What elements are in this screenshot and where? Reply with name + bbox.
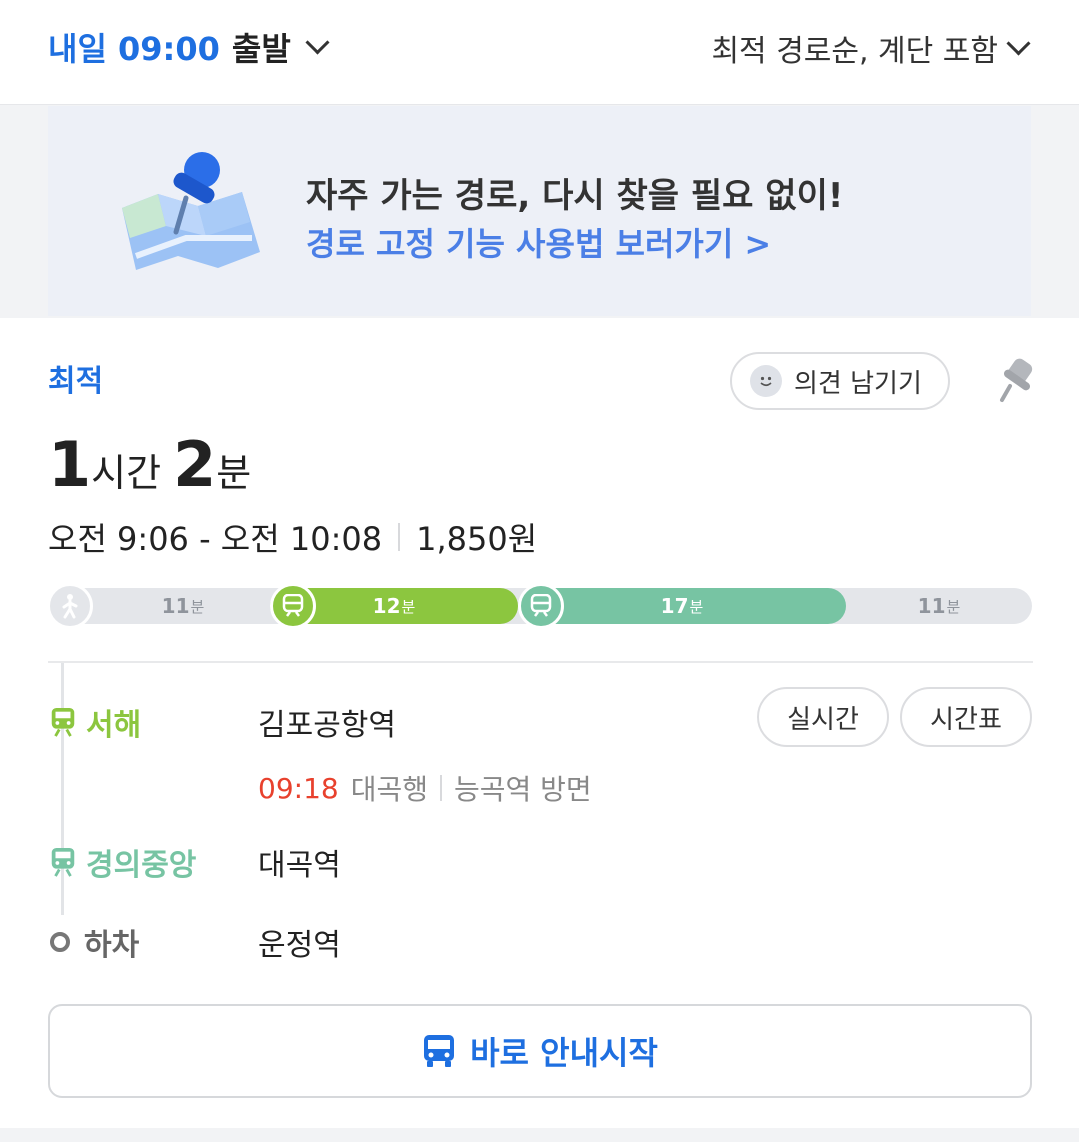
divider [48,661,1033,663]
circle-icon [50,932,70,952]
map-pin-icon [122,152,260,270]
departure-action: 출발 [231,30,291,68]
train-icon [518,583,564,629]
pin-route-banner[interactable]: 자주 가는 경로, 다시 찾을 필요 없이! 경로 고정 기능 사용법 보러가기… [48,106,1031,316]
banner-title: 자주 가는 경로, 다시 찾을 필요 없이! [306,176,844,216]
duration-minutes: 2 [173,428,217,501]
duration-hours: 1 [48,428,92,501]
header: 내일 09:00 출발 최적 경로순, 계단 포함 [0,0,1079,105]
train-icon [51,847,75,877]
departure-when: 내일 09:00 [48,30,220,68]
time-range: 오전 9:06 - 오전 10:08 [48,520,383,558]
line-name: 하차 [84,928,140,963]
route-segment-bar: 11 분 12 분 17 분 11 분 [47,583,1032,629]
station-name: 운정역 [258,928,341,963]
line-name: 경의중앙 [86,848,197,883]
segment-unit: 분 [401,597,416,616]
sort-option-label: 최적 경로순, 계단 포함 [711,34,998,69]
segment-minutes: 17 [660,594,689,618]
train-direction: 능곡역 방면 [453,773,592,806]
sort-option-selector[interactable]: 최적 경로순, 계단 포함 [711,26,1031,70]
smile-icon [750,365,782,397]
train-bound: 대곡행 [350,773,428,806]
segment-unit: 분 [689,597,704,616]
route-card: 최적 의견 남기기 1 시간 2 분 오전 9:06 - 오전 10:08 1,… [0,318,1079,1128]
banner-link[interactable]: 경로 고정 기능 사용법 보러가기 > [306,219,771,265]
realtime-button[interactable]: 실시간 [757,687,889,747]
start-navigation-label: 바로 안내시작 [470,1034,658,1072]
timetable-button[interactable]: 시간표 [900,687,1032,747]
departure-time-selector[interactable]: 내일 09:00 출발 [48,24,330,70]
separator [398,523,401,551]
duration-hours-unit: 시간 [91,451,162,495]
trip-times: 오전 9:06 - 오전 10:08 1,850원 [48,514,537,560]
line-name: 서해 [86,708,142,743]
chevron-down-icon [1006,30,1031,56]
train-icon [270,583,316,629]
trip-duration: 1 시간 2 분 [48,428,263,501]
feedback-label: 의견 남기기 [794,368,922,399]
start-navigation-button[interactable]: 바로 안내시작 [48,1004,1032,1098]
train-icon [51,707,75,737]
fare: 1,850원 [416,520,538,558]
line-label-alight: 하차 [48,920,139,964]
route-badge: 최적 [48,364,104,399]
separator [439,775,442,801]
station-name: 대곡역 [258,848,341,883]
segment-gyeongui: 17 분 [518,588,846,624]
departure-time: 09:18 [258,771,339,805]
segment-unit: 분 [946,597,961,616]
walk-icon [47,583,93,629]
line-label-gyeongui: 경의중앙 [48,840,196,884]
segment-minutes: 11 [917,594,946,618]
departure-info: 09:18 대곡행 능곡역 방면 [258,768,592,808]
duration-minutes-unit: 분 [216,451,252,495]
line-label-seohae: 서해 [48,700,141,744]
chevron-down-icon [305,29,330,55]
segment-minutes: 11 [161,594,190,618]
segment-minutes: 12 [372,594,401,618]
feedback-button[interactable]: 의견 남기기 [730,352,950,410]
segment-walk: 11 분 [846,588,1032,624]
segment-unit: 분 [190,597,205,616]
bus-icon [424,1035,455,1067]
station-name: 김포공항역 [258,708,396,743]
pin-icon[interactable] [996,356,1040,406]
